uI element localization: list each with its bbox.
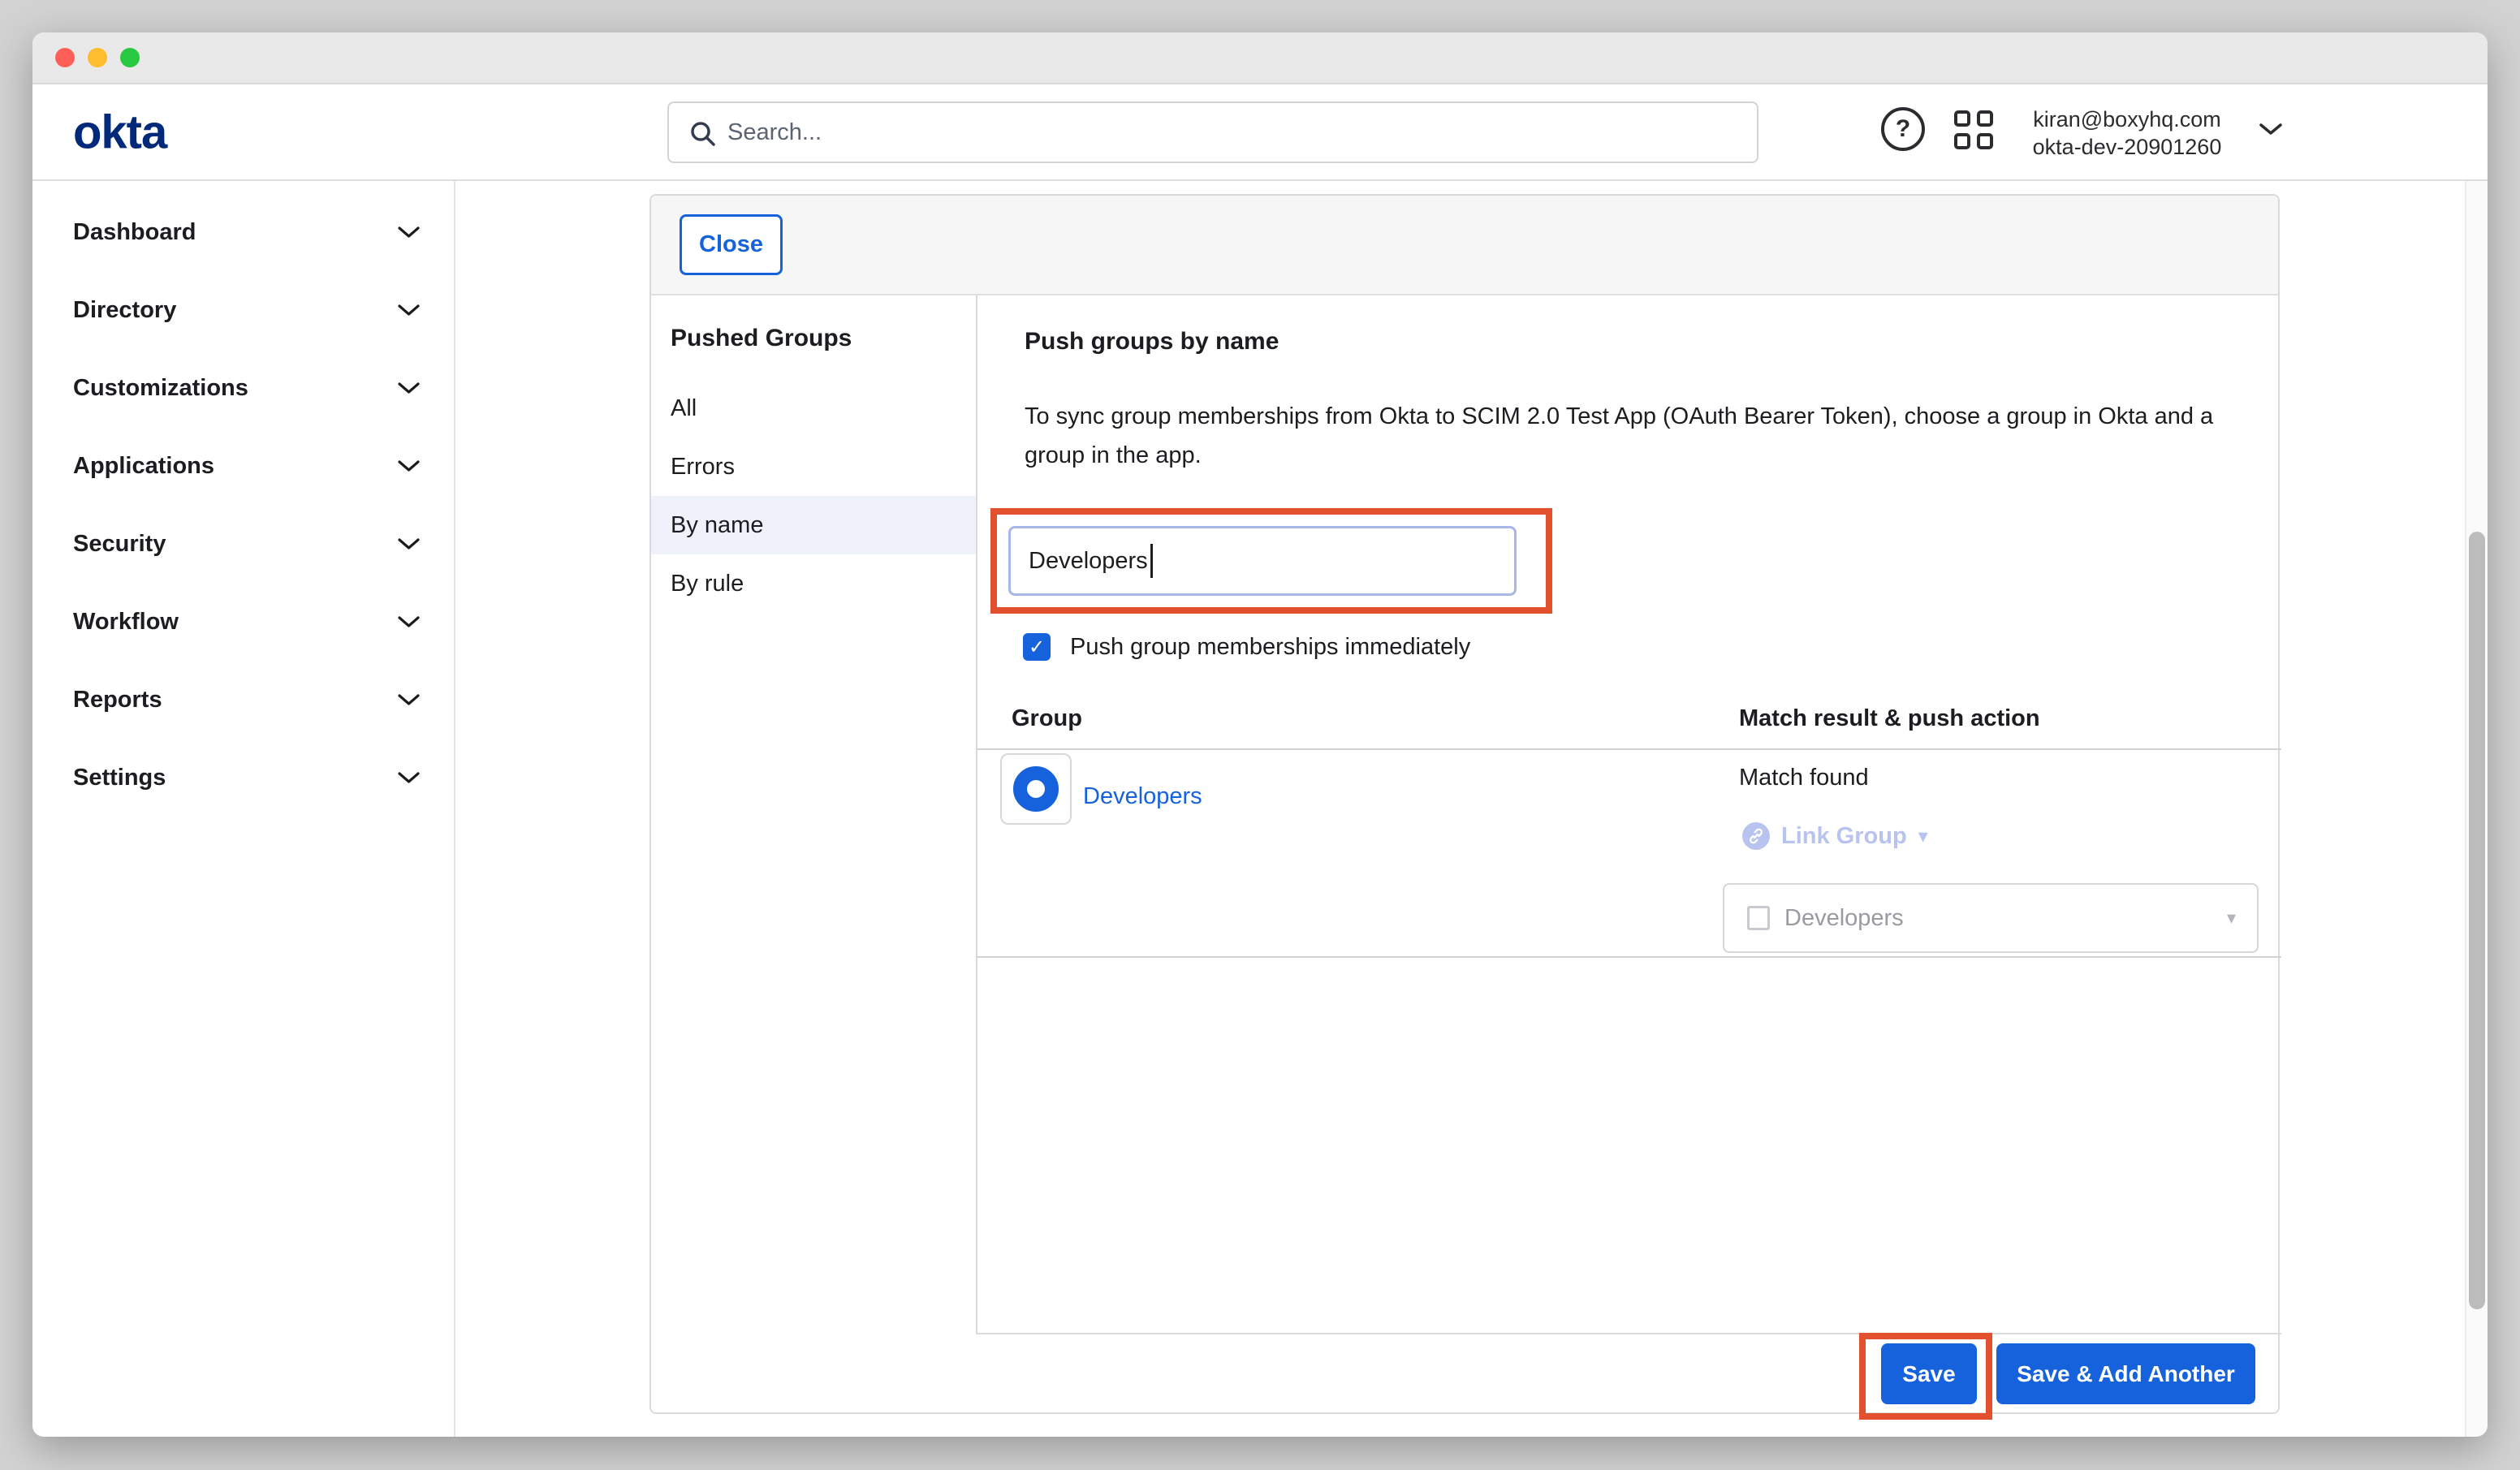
chevron-down-icon bbox=[398, 459, 420, 472]
search-bar[interactable] bbox=[667, 101, 1758, 163]
group-name-input[interactable]: Developers bbox=[1008, 526, 1517, 596]
table-header-divider bbox=[976, 748, 2281, 750]
check-icon: ✓ bbox=[1029, 636, 1045, 659]
chevron-down-icon bbox=[398, 226, 420, 239]
text-cursor bbox=[1150, 544, 1153, 578]
chevron-down-icon bbox=[398, 537, 420, 550]
apps-grid-icon[interactable] bbox=[1954, 110, 1993, 149]
save-add-another-button[interactable]: Save & Add Another bbox=[1996, 1343, 2255, 1404]
app-window: okta ? kiran@boxyhq.com okta-dev-2090126… bbox=[32, 32, 2488, 1437]
chevron-down-icon bbox=[398, 693, 420, 706]
sidebar-item-security[interactable]: Security bbox=[32, 505, 454, 583]
okta-logo: okta bbox=[73, 105, 166, 159]
footer-divider bbox=[976, 1333, 2281, 1334]
sidebar: Dashboard Directory Customizations Appli… bbox=[32, 181, 455, 1437]
help-icon[interactable]: ? bbox=[1881, 107, 1925, 151]
nav-item-errors[interactable]: Errors bbox=[651, 438, 976, 496]
close-window-button[interactable] bbox=[55, 48, 75, 67]
sidebar-item-workflow[interactable]: Workflow bbox=[32, 583, 454, 661]
group-logo-icon bbox=[1013, 766, 1059, 812]
push-groups-panel: Close Pushed Groups All Errors By name B… bbox=[649, 194, 2280, 1414]
account-chevron-down-icon[interactable] bbox=[2259, 122, 2283, 136]
sidebar-item-settings[interactable]: Settings bbox=[32, 739, 454, 817]
column-header-match: Match result & push action bbox=[1739, 705, 2040, 732]
sidebar-item-dashboard[interactable]: Dashboard bbox=[32, 193, 454, 271]
topbar: okta ? kiran@boxyhq.com okta-dev-2090126… bbox=[32, 84, 2488, 181]
minimize-window-button[interactable] bbox=[88, 48, 107, 67]
account-email: kiran@boxyhq.com bbox=[2013, 106, 2241, 133]
nav-item-by-rule[interactable]: By rule bbox=[651, 554, 976, 613]
linked-group-value: Developers bbox=[1784, 905, 2227, 932]
sidebar-item-applications[interactable]: Applications bbox=[32, 427, 454, 505]
link-icon bbox=[1742, 822, 1770, 850]
pushed-groups-title: Pushed Groups bbox=[671, 325, 852, 352]
table-row-divider bbox=[976, 956, 2281, 958]
link-group-dropdown[interactable]: Link Group ▾ bbox=[1742, 822, 1928, 850]
sidebar-item-customizations[interactable]: Customizations bbox=[32, 349, 454, 427]
nav-item-all[interactable]: All bbox=[651, 379, 976, 438]
linked-group-select[interactable]: Developers ▾ bbox=[1723, 883, 2259, 953]
chevron-down-icon bbox=[398, 615, 420, 628]
account-org: okta-dev-20901260 bbox=[2013, 133, 2241, 161]
chevron-down-icon bbox=[398, 771, 420, 784]
question-mark-glyph: ? bbox=[1896, 115, 1910, 143]
chevron-down-icon bbox=[398, 382, 420, 394]
push-immediately-checkbox[interactable]: ✓ bbox=[1023, 633, 1051, 661]
select-caret-icon: ▾ bbox=[2227, 907, 2236, 929]
link-group-label: Link Group bbox=[1781, 823, 1907, 850]
form-title: Push groups by name bbox=[1025, 328, 1279, 356]
annotation-box-input: Developers bbox=[990, 508, 1552, 614]
vertical-scrollbar-track[interactable] bbox=[2465, 181, 2488, 1437]
vertical-scrollbar-thumb[interactable] bbox=[2469, 532, 2485, 1309]
group-name-value: Developers bbox=[1029, 548, 1148, 575]
column-header-group: Group bbox=[1012, 705, 1082, 732]
sidebar-item-directory[interactable]: Directory bbox=[32, 271, 454, 349]
search-input[interactable] bbox=[727, 103, 1750, 162]
zoom-window-button[interactable] bbox=[120, 48, 140, 67]
account-menu[interactable]: kiran@boxyhq.com okta-dev-20901260 bbox=[2013, 106, 2241, 161]
titlebar bbox=[32, 32, 2488, 84]
close-button[interactable]: Close bbox=[680, 214, 783, 275]
group-name-link[interactable]: Developers bbox=[1083, 783, 1202, 810]
sidebar-item-reports[interactable]: Reports bbox=[32, 661, 454, 739]
chevron-down-icon bbox=[398, 304, 420, 317]
save-button[interactable]: Save bbox=[1881, 1343, 1977, 1404]
nav-item-by-name[interactable]: By name bbox=[651, 496, 976, 554]
group-placeholder-icon bbox=[1747, 906, 1770, 930]
push-immediately-label: Push group memberships immediately bbox=[1070, 634, 1470, 661]
link-group-caret-icon: ▾ bbox=[1918, 825, 1928, 848]
panel-header: Close bbox=[651, 196, 2278, 295]
match-result-text: Match found bbox=[1739, 765, 1869, 791]
search-icon bbox=[688, 119, 718, 149]
push-immediately-row: ✓ Push group memberships immediately bbox=[1023, 633, 1470, 661]
group-logo-card bbox=[1000, 753, 1072, 825]
panel-nav-divider bbox=[976, 295, 977, 1333]
form-description: To sync group memberships from Okta to S… bbox=[1025, 397, 2226, 475]
